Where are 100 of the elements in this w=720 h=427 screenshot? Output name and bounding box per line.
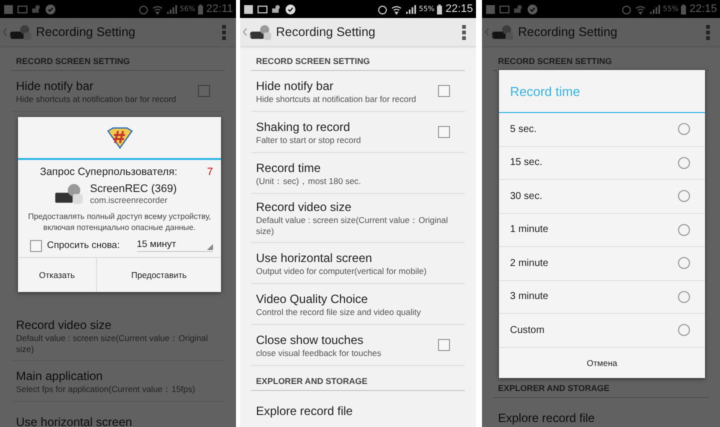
image-icon [257,4,268,14]
radio-button[interactable] [678,190,690,202]
app-name: ScreenREC (369) [90,183,177,195]
menu-icon[interactable] [222,24,226,40]
item-title: Hide notify bar [16,78,94,94]
cancel-button[interactable]: Отмена [499,348,705,378]
battery-icon [198,4,204,14]
battery-icon [681,4,686,14]
app-title: Recording Setting [518,25,618,39]
back-icon[interactable] [3,28,7,36]
wifi-icon [634,4,646,14]
checkbox[interactable] [30,240,42,252]
signal-icon [404,4,416,14]
ask-again-label: Спросить снова: [47,240,120,251]
notification-icon [485,4,496,14]
menu-icon[interactable] [706,24,710,40]
clock: 22:11 [206,3,233,15]
request-count: 7 [207,166,213,178]
camera-icon [513,4,524,14]
check-icon [527,4,538,14]
section-header: RECORD SCREEN SETTING [256,56,370,66]
signal-icon [648,4,660,14]
battery-icon [437,4,442,14]
option-label: Custom [510,324,544,336]
dialog-button[interactable]: Предоставить [96,258,221,292]
item-subtitle: (Unit：sec)，most 180 sec. [256,176,362,186]
item-title: Use horizontal screen [16,414,134,427]
settings-item[interactable]: Use horizontal screen Output video for computer(vertical for mobile) [251,243,465,284]
radio-button[interactable] [678,257,690,270]
settings-item[interactable]: Record time (Unit：sec)，most 180 sec. [251,153,465,194]
video-camera-icon [492,24,514,40]
alarm-clock-icon [620,4,632,14]
item-title: Video Quality Choice [256,290,369,306]
item-title: Record video size [16,317,112,333]
permission-message: Предоставлять полный доступ всему устройству, включая потенциально опасные данные. [28,212,211,233]
settings-item[interactable]: Explore record file [251,391,465,427]
section-header: EXPLORER AND STORAGE [256,376,368,386]
item-title: Main application [16,368,104,384]
checkbox[interactable] [438,126,450,138]
option-item[interactable]: Custom [499,314,705,348]
video-camera-icon [10,24,32,40]
item-subtitle: Falter to start or stop record [256,134,362,146]
item-title: Hide notify bar [256,78,334,94]
wifi-icon [152,4,163,14]
item-title: Record time [256,160,322,176]
option-item[interactable]: 30 sec. [499,180,705,214]
item-title: Use horizontal screen [256,250,374,266]
menu-icon[interactable] [462,24,466,40]
checkbox[interactable] [438,339,450,351]
item-subtitle: Hide shortcuts at notification bar for record [256,94,418,104]
radio-button[interactable] [678,290,690,303]
item-subtitle: close visual feedback for touches [256,348,382,358]
checkbox[interactable] [198,85,210,97]
item-title: Record video size [256,199,352,215]
settings-item[interactable]: Video Quality Choice Control the record file size and video quality [251,284,465,325]
option-item[interactable]: 3 minute [499,280,705,314]
settings-item[interactable]: Hide notify bar Hide shortcuts at notification bar for record [251,71,465,112]
item-subtitle: Output video for computer(vertical for mobile) [256,266,428,276]
option-item[interactable]: 1 minute [499,214,705,247]
clock: 22:15 [445,3,473,15]
settings-item[interactable]: Record video size Default value : screen size(Current value：Original size) [251,194,465,243]
option-item[interactable]: 5 sec. [499,113,705,146]
app-title: Recording Setting [276,25,376,39]
superuser-shield-icon [106,126,132,148]
item-subtitle: Default value : screen size(Current value：Original size) [256,215,449,237]
dropdown-arrow-icon [207,244,213,250]
dialog-button[interactable]: Отказать [18,258,96,292]
section-header: RECORD SCREEN SETTING [16,56,130,66]
radio-button[interactable] [678,156,690,169]
radio-button[interactable] [678,123,690,136]
back-icon[interactable] [485,28,489,36]
video-camera-icon [250,24,272,40]
option-item[interactable]: 15 sec. [499,146,705,180]
wifi-icon [390,4,402,14]
checkbox[interactable] [438,85,450,97]
duration-dropdown[interactable]: 15 минут [136,239,213,252]
section-header: RECORD SCREEN SETTING [498,56,612,66]
option-label: 2 minute [510,258,548,269]
option-label: 5 sec. [510,124,537,135]
item-subtitle: Select fps for application(Current value：15fps) [16,384,196,394]
check-icon [45,4,56,14]
settings-item[interactable]: Shaking to record Falter to start or stop record [251,112,465,153]
item-subtitle: Default value : screen size(Current value：Original size) [16,333,209,355]
video-camera-icon [54,182,84,206]
app-title: Recording Setting [36,25,136,39]
settings-item[interactable]: Close show touches close visual feedback for touches [251,325,465,366]
item-title: Shaking to record [256,118,352,134]
check-icon [285,4,296,14]
notification-icon [243,4,254,14]
image-icon [499,4,510,14]
option-item[interactable]: 2 minute [499,247,705,280]
radio-button[interactable] [678,224,690,236]
camera-icon [271,4,282,14]
alarm-clock-icon [376,4,388,14]
request-label: Запрос Суперпользователя: [40,166,178,178]
radio-button[interactable] [678,324,690,336]
option-label: 30 sec. [510,190,542,202]
item-title: Explore record file [256,403,354,419]
back-icon[interactable] [243,28,247,36]
alarm-clock-icon [138,4,149,14]
